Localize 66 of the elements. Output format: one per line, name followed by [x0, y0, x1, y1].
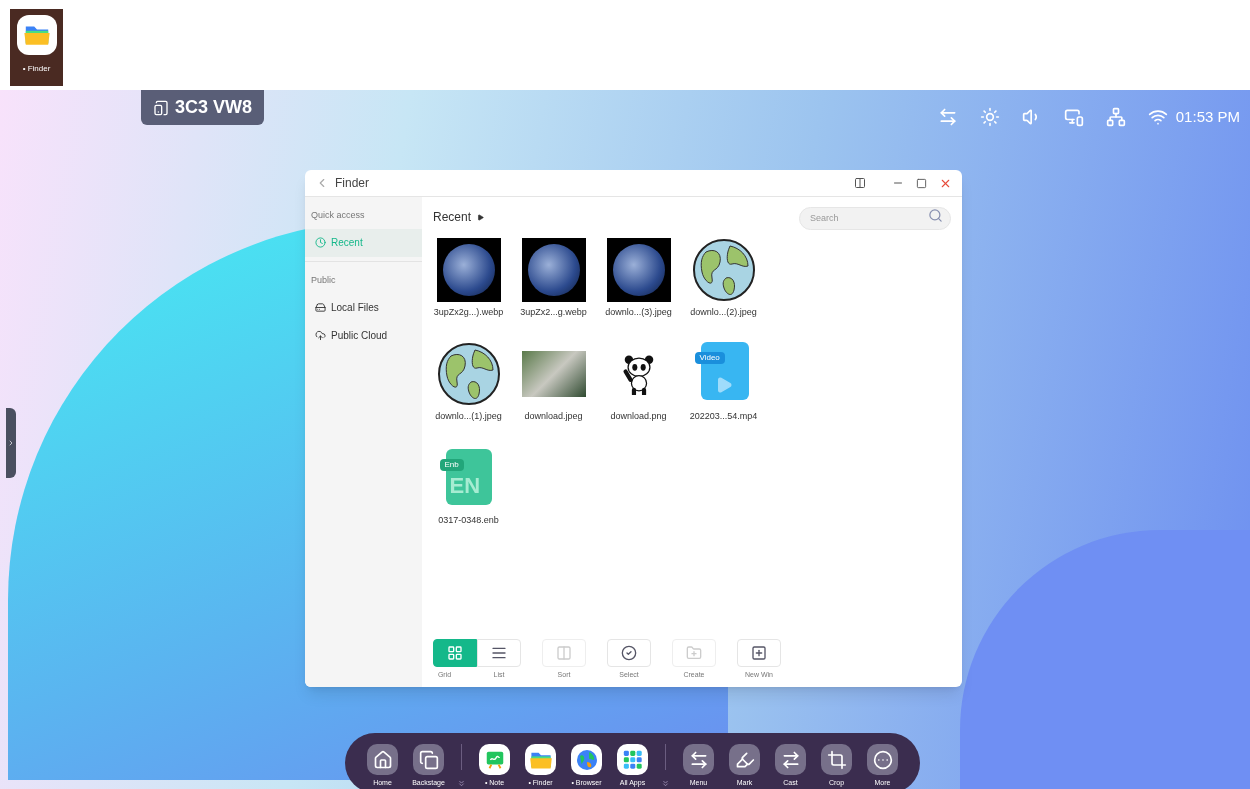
file-type-label: Video	[694, 352, 725, 364]
search-field[interactable]: Search	[799, 206, 951, 230]
cloud-icon	[315, 329, 326, 341]
sidebar-item[interactable]: Public Cloud	[305, 321, 422, 349]
globe-icon	[574, 747, 599, 772]
more-icon	[872, 749, 893, 770]
drive-icon	[315, 301, 326, 313]
network-icon[interactable]	[1105, 107, 1126, 128]
dock-item[interactable]	[367, 744, 398, 775]
dock-item[interactable]	[821, 744, 852, 775]
grid-icon	[447, 644, 463, 661]
dock-item[interactable]	[729, 744, 760, 775]
chevron-right-icon	[7, 439, 15, 447]
file-name[interactable]: 3upZx2g...).webp	[433, 306, 504, 320]
dock-item[interactable]	[479, 744, 510, 775]
devices-icon[interactable]	[1063, 107, 1084, 128]
dock-item[interactable]	[525, 744, 556, 775]
dock-item[interactable]	[775, 744, 806, 775]
select-icon	[621, 644, 637, 661]
app-thumbnail[interactable]: • Finder	[10, 9, 63, 86]
earth-photo	[606, 238, 671, 302]
dock-item[interactable]	[683, 744, 714, 775]
chevrons-down-icon[interactable]	[661, 779, 670, 788]
new-window-icon	[751, 644, 767, 661]
globe-drawing	[691, 238, 756, 302]
sidebar-heading: Quick access	[310, 209, 366, 222]
sidebar-item[interactable]: Local Files	[305, 293, 422, 321]
clock-icon	[315, 237, 326, 248]
screen-icon	[153, 99, 169, 116]
clock-time: 01:53 PM	[1175, 107, 1240, 127]
file-name[interactable]: downlo...(2).jpeg	[690, 306, 757, 320]
panda-drawing	[621, 353, 656, 395]
split-view-icon[interactable]	[854, 177, 866, 189]
file-name[interactable]: 0317-0348.enb	[438, 514, 499, 528]
chevrons-down-icon[interactable]	[457, 779, 466, 788]
search-icon[interactable]	[928, 208, 943, 224]
thumbnail-label: • Finder	[22, 63, 51, 75]
side-handle[interactable]	[6, 408, 16, 478]
earth-photo	[521, 238, 586, 302]
maximize-icon[interactable]	[916, 177, 927, 189]
dock-item[interactable]	[617, 744, 648, 775]
crop-icon	[826, 749, 847, 770]
file-type-label: Enb	[439, 459, 464, 471]
file-name[interactable]: download.png	[610, 410, 667, 424]
panda-photo	[521, 351, 586, 397]
file-name[interactable]: downlo...(3).jpeg	[605, 306, 672, 320]
file-type-letters: EN	[449, 475, 481, 497]
brightness-icon[interactable]	[979, 107, 1000, 128]
home-icon	[372, 749, 393, 770]
mark-icon	[734, 749, 755, 770]
sidebar-heading: Public	[310, 273, 337, 287]
dock-item[interactable]	[867, 744, 898, 775]
dock-item[interactable]	[571, 744, 602, 775]
caret-icon	[477, 213, 485, 221]
file-name[interactable]: 202203...54.mp4	[689, 410, 758, 424]
file-name[interactable]: download.jpeg	[524, 410, 583, 424]
window-title: Finder	[335, 175, 369, 192]
globe-drawing	[436, 342, 501, 406]
file-name[interactable]: downlo...(1).jpeg	[435, 410, 502, 424]
earth-photo	[436, 238, 501, 302]
file-name[interactable]: 3upZx2...g.webp	[520, 306, 587, 320]
create-icon	[686, 644, 702, 661]
dock-item[interactable]	[413, 744, 444, 775]
device-code: 3C3 VW8	[175, 96, 253, 119]
breadcrumb[interactable]: Recent	[433, 208, 472, 226]
apps-grid-icon	[621, 748, 644, 771]
